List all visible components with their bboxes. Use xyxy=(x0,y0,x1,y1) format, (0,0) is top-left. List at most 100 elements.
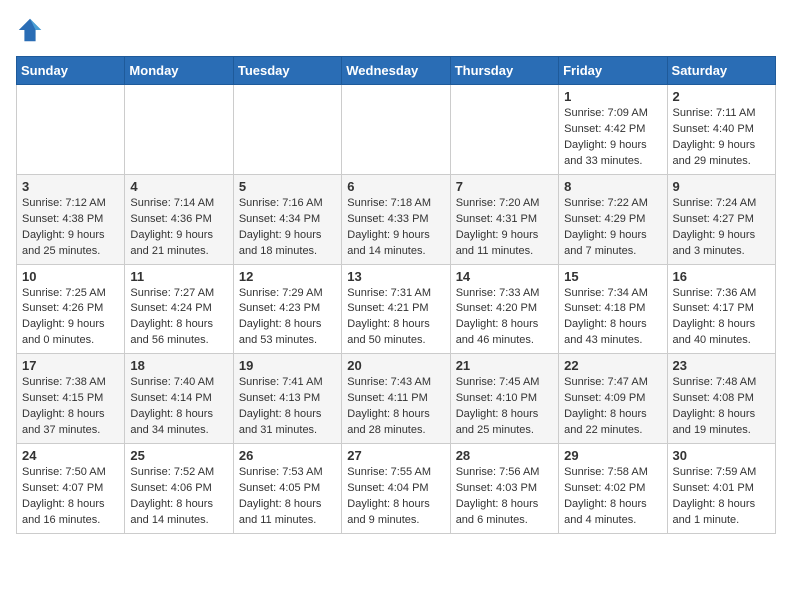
day-number: 8 xyxy=(564,179,661,194)
calendar-cell: 8 Sunrise: 7:22 AM Sunset: 4:29 PM Daylig… xyxy=(559,174,667,264)
calendar-cell: 13 Sunrise: 7:31 AM Sunset: 4:21 PM Dayli… xyxy=(342,264,450,354)
calendar-cell: 30Sunrise: 7:59 AM Sunset: 4:01 PM Dayli… xyxy=(667,444,775,534)
day-number: 18 xyxy=(130,358,227,373)
day-number: 1 xyxy=(564,89,661,104)
day-number: 17 xyxy=(22,358,119,373)
day-number: 13 xyxy=(347,269,444,284)
day-detail: Sunrise: 7:58 AM Sunset: 4:02 PM Dayligh… xyxy=(564,465,661,529)
day-detail: Sunrise: 7:53 AM Sunset: 4:05 PM Dayligh… xyxy=(239,465,336,529)
day-detail: Sunrise: 7:14 AM Sunset: 4:36 PM Dayligh… xyxy=(130,196,227,260)
calendar-week-row: 1 Sunrise: 7:09 AM Sunset: 4:42 PM Daylig… xyxy=(17,85,776,175)
day-number: 6 xyxy=(347,179,444,194)
calendar-cell: 21 Sunrise: 7:45 AM Sunset: 4:10 PM Dayli… xyxy=(450,354,558,444)
day-number: 27 xyxy=(347,448,444,463)
day-detail: Sunrise: 7:40 AM Sunset: 4:14 PM Dayligh… xyxy=(130,375,227,439)
day-detail: Sunrise: 7:11 AM Sunset: 4:40 PM Dayligh… xyxy=(673,106,770,170)
header-friday: Friday xyxy=(559,57,667,85)
calendar-cell: 12 Sunrise: 7:29 AM Sunset: 4:23 PM Dayli… xyxy=(233,264,341,354)
day-number: 24 xyxy=(22,448,119,463)
calendar-table: SundayMondayTuesdayWednesdayThursdayFrid… xyxy=(16,56,776,534)
day-detail: Sunrise: 7:22 AM Sunset: 4:29 PM Dayligh… xyxy=(564,196,661,260)
calendar-cell: 29Sunrise: 7:58 AM Sunset: 4:02 PM Dayli… xyxy=(559,444,667,534)
calendar-cell: 14 Sunrise: 7:33 AM Sunset: 4:20 PM Dayli… xyxy=(450,264,558,354)
day-number: 19 xyxy=(239,358,336,373)
day-number: 10 xyxy=(22,269,119,284)
day-detail: Sunrise: 7:50 AM Sunset: 4:07 PM Dayligh… xyxy=(22,465,119,529)
day-detail: Sunrise: 7:56 AM Sunset: 4:03 PM Dayligh… xyxy=(456,465,553,529)
header-tuesday: Tuesday xyxy=(233,57,341,85)
day-number: 23 xyxy=(673,358,770,373)
day-detail: Sunrise: 7:25 AM Sunset: 4:26 PM Dayligh… xyxy=(22,286,119,350)
logo-icon xyxy=(16,16,44,44)
calendar-cell: 5 Sunrise: 7:16 AM Sunset: 4:34 PM Daylig… xyxy=(233,174,341,264)
day-detail: Sunrise: 7:48 AM Sunset: 4:08 PM Dayligh… xyxy=(673,375,770,439)
day-number: 11 xyxy=(130,269,227,284)
calendar-cell: 26 Sunrise: 7:53 AM Sunset: 4:05 PM Dayli… xyxy=(233,444,341,534)
calendar-cell: 7 Sunrise: 7:20 AM Sunset: 4:31 PM Daylig… xyxy=(450,174,558,264)
day-detail: Sunrise: 7:55 AM Sunset: 4:04 PM Dayligh… xyxy=(347,465,444,529)
day-detail: Sunrise: 7:29 AM Sunset: 4:23 PM Dayligh… xyxy=(239,286,336,350)
day-number: 5 xyxy=(239,179,336,194)
day-detail: Sunrise: 7:43 AM Sunset: 4:11 PM Dayligh… xyxy=(347,375,444,439)
calendar-week-row: 24 Sunrise: 7:50 AM Sunset: 4:07 PM Dayli… xyxy=(17,444,776,534)
calendar-cell xyxy=(125,85,233,175)
calendar-week-row: 17 Sunrise: 7:38 AM Sunset: 4:15 PM Dayli… xyxy=(17,354,776,444)
day-detail: Sunrise: 7:36 AM Sunset: 4:17 PM Dayligh… xyxy=(673,286,770,350)
calendar-cell: 22 Sunrise: 7:47 AM Sunset: 4:09 PM Dayli… xyxy=(559,354,667,444)
calendar-cell: 17 Sunrise: 7:38 AM Sunset: 4:15 PM Dayli… xyxy=(17,354,125,444)
day-detail: Sunrise: 7:24 AM Sunset: 4:27 PM Dayligh… xyxy=(673,196,770,260)
day-detail: Sunrise: 7:16 AM Sunset: 4:34 PM Dayligh… xyxy=(239,196,336,260)
calendar-cell: 11 Sunrise: 7:27 AM Sunset: 4:24 PM Dayli… xyxy=(125,264,233,354)
day-number: 7 xyxy=(456,179,553,194)
calendar-cell xyxy=(342,85,450,175)
header-monday: Monday xyxy=(125,57,233,85)
calendar-cell: 3 Sunrise: 7:12 AM Sunset: 4:38 PM Daylig… xyxy=(17,174,125,264)
calendar-cell: 18 Sunrise: 7:40 AM Sunset: 4:14 PM Dayli… xyxy=(125,354,233,444)
day-number: 16 xyxy=(673,269,770,284)
header-saturday: Saturday xyxy=(667,57,775,85)
day-detail: Sunrise: 7:20 AM Sunset: 4:31 PM Dayligh… xyxy=(456,196,553,260)
calendar-cell: 1 Sunrise: 7:09 AM Sunset: 4:42 PM Daylig… xyxy=(559,85,667,175)
day-number: 3 xyxy=(22,179,119,194)
day-detail: Sunrise: 7:33 AM Sunset: 4:20 PM Dayligh… xyxy=(456,286,553,350)
calendar-cell: 6Sunrise: 7:18 AM Sunset: 4:33 PM Daylig… xyxy=(342,174,450,264)
calendar-cell: 4Sunrise: 7:14 AM Sunset: 4:36 PM Daylig… xyxy=(125,174,233,264)
day-detail: Sunrise: 7:12 AM Sunset: 4:38 PM Dayligh… xyxy=(22,196,119,260)
page-header xyxy=(16,16,776,44)
day-detail: Sunrise: 7:45 AM Sunset: 4:10 PM Dayligh… xyxy=(456,375,553,439)
day-detail: Sunrise: 7:52 AM Sunset: 4:06 PM Dayligh… xyxy=(130,465,227,529)
day-number: 22 xyxy=(564,358,661,373)
day-detail: Sunrise: 7:09 AM Sunset: 4:42 PM Dayligh… xyxy=(564,106,661,170)
calendar-cell: 20 Sunrise: 7:43 AM Sunset: 4:11 PM Dayli… xyxy=(342,354,450,444)
day-detail: Sunrise: 7:31 AM Sunset: 4:21 PM Dayligh… xyxy=(347,286,444,350)
day-detail: Sunrise: 7:38 AM Sunset: 4:15 PM Dayligh… xyxy=(22,375,119,439)
day-number: 26 xyxy=(239,448,336,463)
day-number: 14 xyxy=(456,269,553,284)
day-detail: Sunrise: 7:27 AM Sunset: 4:24 PM Dayligh… xyxy=(130,286,227,350)
calendar-cell: 10 Sunrise: 7:25 AM Sunset: 4:26 PM Dayli… xyxy=(17,264,125,354)
day-number: 28 xyxy=(456,448,553,463)
day-number: 20 xyxy=(347,358,444,373)
day-detail: Sunrise: 7:59 AM Sunset: 4:01 PM Dayligh… xyxy=(673,465,770,529)
header-thursday: Thursday xyxy=(450,57,558,85)
header-wednesday: Wednesday xyxy=(342,57,450,85)
calendar-week-row: 3 Sunrise: 7:12 AM Sunset: 4:38 PM Daylig… xyxy=(17,174,776,264)
header-sunday: Sunday xyxy=(17,57,125,85)
day-detail: Sunrise: 7:41 AM Sunset: 4:13 PM Dayligh… xyxy=(239,375,336,439)
calendar-cell: 27 Sunrise: 7:55 AM Sunset: 4:04 PM Dayli… xyxy=(342,444,450,534)
calendar-cell xyxy=(450,85,558,175)
logo xyxy=(16,16,48,44)
calendar-cell: 23 Sunrise: 7:48 AM Sunset: 4:08 PM Dayli… xyxy=(667,354,775,444)
calendar-header-row: SundayMondayTuesdayWednesdayThursdayFrid… xyxy=(17,57,776,85)
day-number: 21 xyxy=(456,358,553,373)
day-detail: Sunrise: 7:47 AM Sunset: 4:09 PM Dayligh… xyxy=(564,375,661,439)
day-number: 9 xyxy=(673,179,770,194)
day-number: 25 xyxy=(130,448,227,463)
calendar-cell: 19 Sunrise: 7:41 AM Sunset: 4:13 PM Dayli… xyxy=(233,354,341,444)
calendar-cell xyxy=(233,85,341,175)
calendar-cell: 24 Sunrise: 7:50 AM Sunset: 4:07 PM Dayli… xyxy=(17,444,125,534)
day-number: 12 xyxy=(239,269,336,284)
day-detail: Sunrise: 7:34 AM Sunset: 4:18 PM Dayligh… xyxy=(564,286,661,350)
calendar-cell: 16 Sunrise: 7:36 AM Sunset: 4:17 PM Dayli… xyxy=(667,264,775,354)
calendar-cell: 15Sunrise: 7:34 AM Sunset: 4:18 PM Dayli… xyxy=(559,264,667,354)
